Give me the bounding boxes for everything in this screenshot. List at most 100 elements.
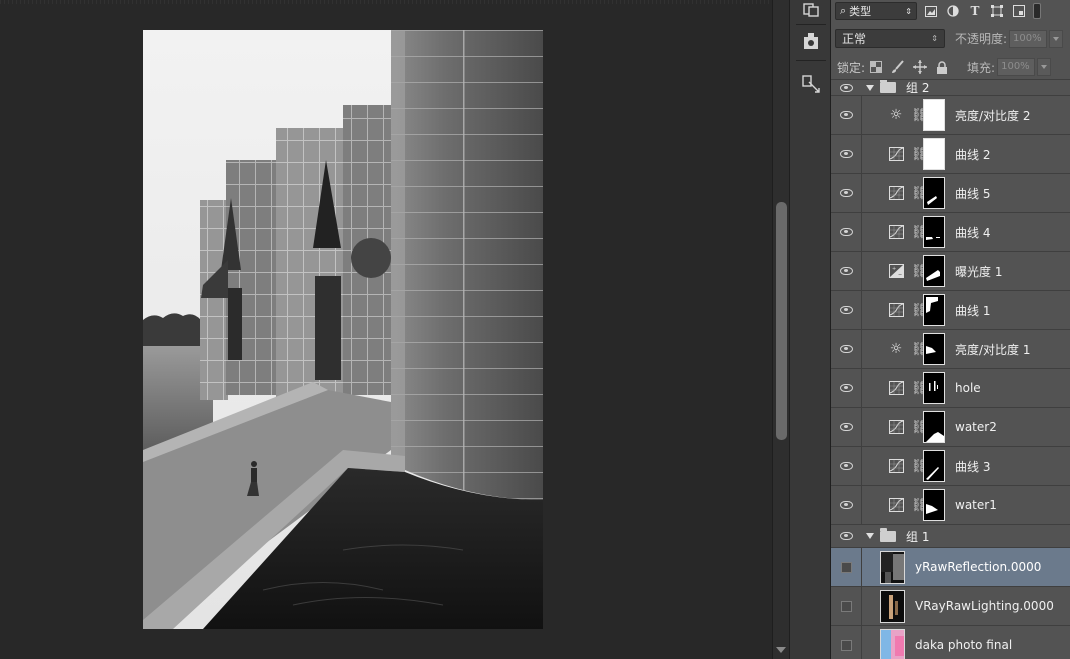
layer-name: daka photo final: [915, 638, 1013, 652]
visibility-toggle[interactable]: [831, 408, 862, 446]
curves-icon: [887, 418, 905, 436]
layer-mask-thumbnail[interactable]: [923, 489, 945, 521]
layer-mask-thumbnail[interactable]: [923, 216, 945, 248]
lock-position-icon[interactable]: [913, 60, 928, 74]
link-chain-icon[interactable]: ⛓: [911, 303, 928, 318]
filter-smart-object-icon[interactable]: [1011, 3, 1027, 19]
visibility-toggle[interactable]: [831, 447, 862, 485]
eye-icon: [839, 111, 853, 119]
document-image[interactable]: [143, 30, 543, 629]
layer-mask-thumbnail[interactable]: [923, 177, 945, 209]
visibility-toggle[interactable]: [831, 369, 862, 407]
search-icon: ⌕: [840, 4, 847, 17]
layer-row[interactable]: ⛓ 曲线 2: [831, 135, 1070, 174]
filter-adjustment-icon[interactable]: [945, 3, 961, 19]
layer-row[interactable]: ⛓ water1: [831, 486, 1070, 525]
layer-row[interactable]: ⛓ 曲线 4: [831, 213, 1070, 252]
lock-image-pixels-icon[interactable]: [891, 60, 905, 74]
layer-mask-thumbnail[interactable]: [923, 411, 945, 443]
history-panel-icon[interactable]: [800, 0, 822, 20]
visibility-toggle[interactable]: [831, 80, 862, 95]
visibility-toggle[interactable]: [831, 174, 862, 212]
scroll-down-arrow-icon[interactable]: [776, 647, 786, 653]
fill-dropdown-button[interactable]: [1037, 58, 1052, 76]
filter-toggle-switch[interactable]: [1033, 3, 1041, 19]
layer-mask-thumbnail[interactable]: [923, 138, 945, 170]
layer-row[interactable]: ⛓ hole: [831, 369, 1070, 408]
layer-group-row[interactable]: 组 2: [831, 80, 1070, 96]
link-chain-icon[interactable]: ⛓: [911, 459, 928, 474]
select-arrows-icon: ⇕: [931, 34, 938, 43]
svg-text:+: +: [892, 266, 896, 272]
visibility-toggle[interactable]: [831, 548, 862, 586]
curves-icon: [887, 301, 905, 319]
layer-thumbnail: [880, 550, 905, 584]
eye-icon: [839, 189, 853, 197]
filter-type-icon[interactable]: T: [967, 3, 983, 19]
layer-mask-thumbnail[interactable]: [923, 99, 945, 131]
layers-panel-controls: ⌕ 类型 ⇕ T 正常 ⇕ 不透明度: 100% 锁定: 填充: 100%: [831, 0, 1070, 80]
link-chain-icon[interactable]: ⛓: [911, 498, 928, 513]
top-edge-ruler: [0, 0, 772, 4]
layer-row[interactable]: ⛓ 曲线 3: [831, 447, 1070, 486]
layer-list[interactable]: 组 2 ☼ ⛓ 亮度/对比度 2 ⛓ 曲线 2 ⛓ 曲线 5 ⛓ 曲线 4 + …: [831, 80, 1070, 659]
expand-caret-icon[interactable]: [866, 533, 874, 539]
layer-mask-thumbnail[interactable]: [923, 372, 945, 404]
layer-row[interactable]: ☼ ⛓ 亮度/对比度 2: [831, 96, 1070, 135]
lock-all-icon[interactable]: [935, 60, 949, 74]
filter-shape-icon[interactable]: [989, 3, 1005, 19]
layer-mask-thumbnail[interactable]: [923, 255, 945, 287]
visibility-toggle[interactable]: [831, 252, 862, 290]
curves-icon: [887, 379, 905, 397]
link-chain-icon[interactable]: ⛓: [911, 264, 928, 279]
curves-icon: [887, 457, 905, 475]
canvas-vertical-scrollbar[interactable]: [772, 0, 789, 659]
canvas-workspace[interactable]: [0, 0, 772, 659]
filter-pixel-icon[interactable]: [923, 3, 939, 19]
layer-mask-thumbnail[interactable]: [923, 450, 945, 482]
layer-row[interactable]: + − ⛓ 曝光度 1: [831, 252, 1070, 291]
properties-panel-icon[interactable]: [800, 74, 822, 94]
visibility-toggle[interactable]: [831, 486, 862, 524]
layer-mask-thumbnail[interactable]: [923, 333, 945, 365]
layer-row[interactable]: ⛓ 曲线 1: [831, 291, 1070, 330]
visibility-toggle[interactable]: [831, 587, 862, 625]
visibility-toggle[interactable]: [831, 96, 862, 134]
visibility-toggle[interactable]: [831, 626, 862, 659]
visibility-toggle[interactable]: [831, 213, 862, 251]
expand-caret-icon[interactable]: [866, 84, 874, 91]
scrollbar-thumb[interactable]: [776, 202, 787, 440]
collapsed-panel-dock: [789, 0, 831, 659]
link-chain-icon[interactable]: ⛓: [911, 108, 928, 123]
layer-name: yRawReflection.0000: [915, 560, 1042, 574]
fill-input[interactable]: 100%: [997, 58, 1036, 76]
visibility-toggle[interactable]: [831, 291, 862, 329]
adjustments-panel-icon[interactable]: [800, 32, 822, 52]
layer-row[interactable]: VRayRawLighting.0000: [831, 587, 1070, 626]
layer-row-selected[interactable]: yRawReflection.0000: [831, 548, 1070, 587]
layer-filter-select[interactable]: ⌕ 类型 ⇕: [835, 2, 917, 20]
link-chain-icon[interactable]: ⛓: [911, 186, 928, 201]
layer-row[interactable]: ⛓ water2: [831, 408, 1070, 447]
visibility-toggle[interactable]: [831, 330, 862, 368]
visibility-toggle[interactable]: [831, 135, 862, 173]
visibility-toggle[interactable]: [831, 525, 862, 547]
opacity-input[interactable]: 100%: [1009, 29, 1048, 48]
layer-group-row[interactable]: 组 1: [831, 525, 1070, 548]
exposure-icon: + −: [887, 262, 905, 280]
link-chain-icon[interactable]: ⛓: [911, 342, 928, 357]
link-chain-icon[interactable]: ⛓: [911, 381, 928, 396]
hidden-box-icon: [840, 600, 852, 612]
blend-mode-select[interactable]: 正常 ⇕: [835, 29, 945, 48]
layer-name: VRayRawLighting.0000: [915, 599, 1054, 613]
layer-row[interactable]: daka photo final: [831, 626, 1070, 659]
layer-name: water1: [955, 498, 997, 512]
layer-row[interactable]: ☼ ⛓ 亮度/对比度 1: [831, 330, 1070, 369]
opacity-dropdown-button[interactable]: [1049, 29, 1064, 48]
layer-mask-thumbnail[interactable]: [923, 294, 945, 326]
link-chain-icon[interactable]: ⛓: [911, 147, 928, 162]
link-chain-icon[interactable]: ⛓: [911, 420, 928, 435]
link-chain-icon[interactable]: ⛓: [911, 225, 928, 240]
lock-transparent-pixels-icon[interactable]: [869, 60, 883, 74]
layer-row[interactable]: ⛓ 曲线 5: [831, 174, 1070, 213]
